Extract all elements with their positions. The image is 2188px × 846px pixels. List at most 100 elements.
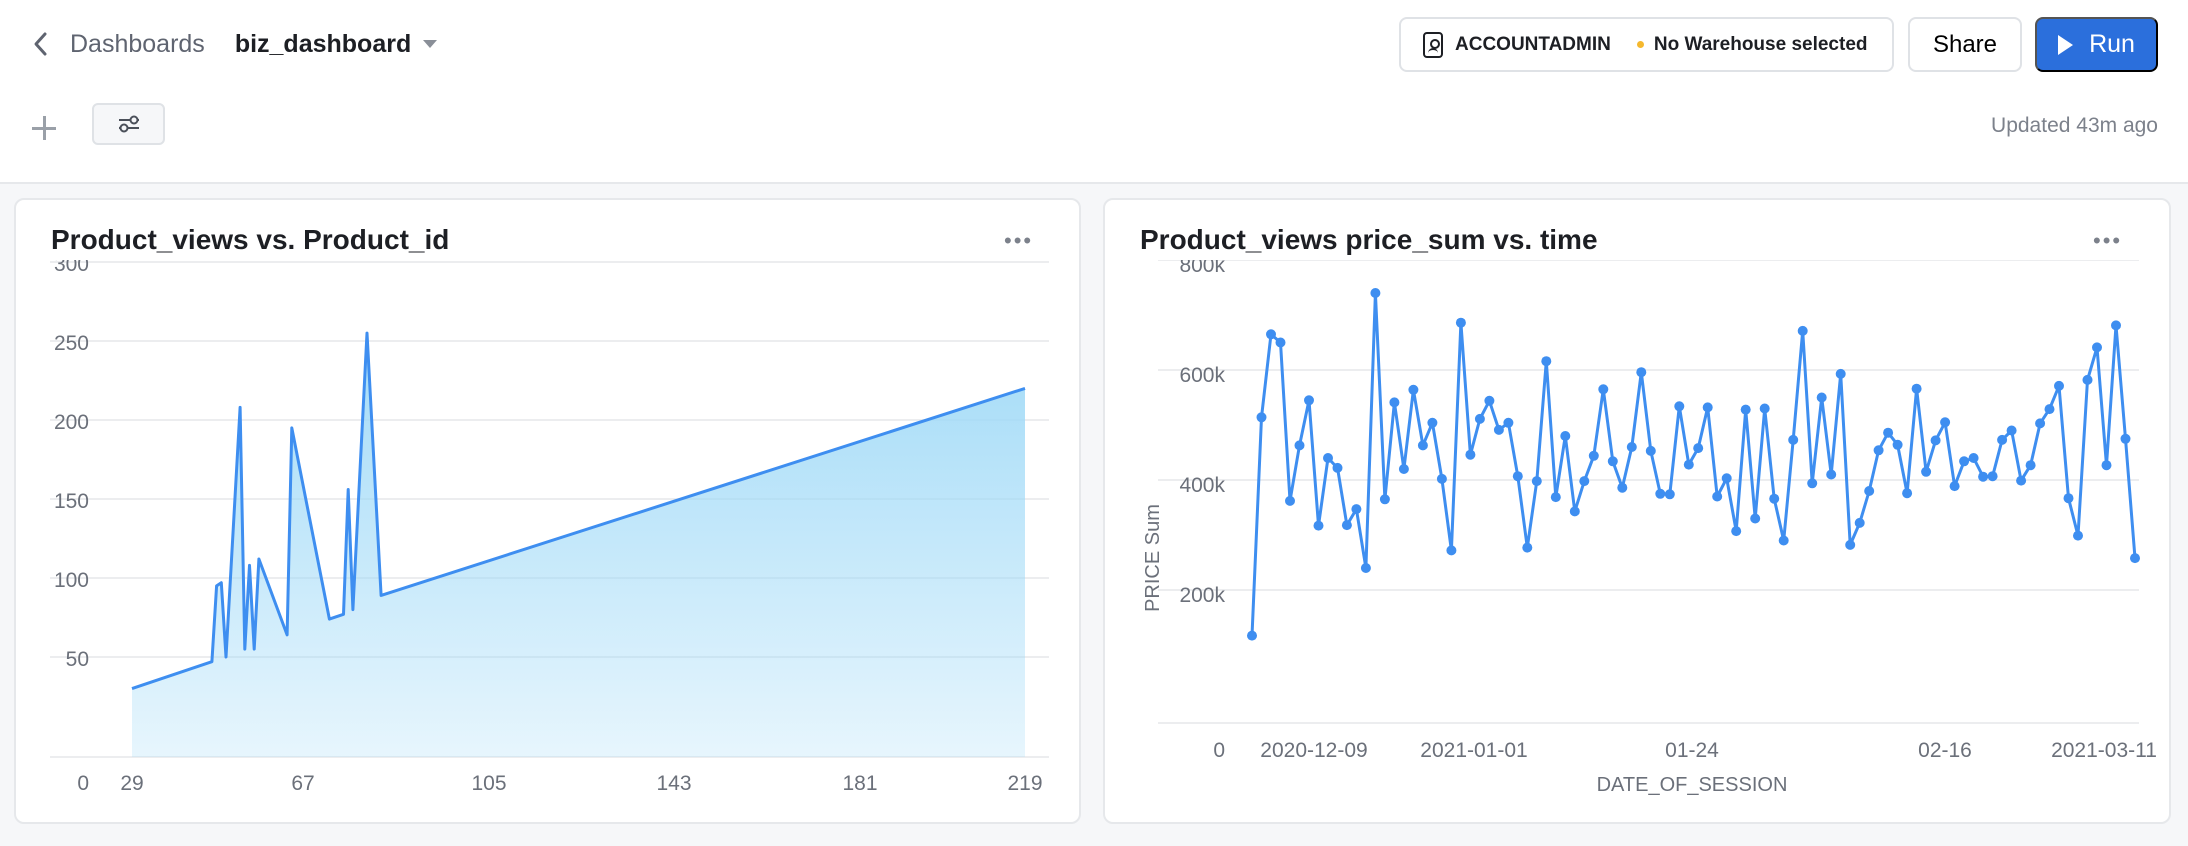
data-point [2092, 342, 2102, 353]
data-point [1598, 384, 1609, 395]
data-point [1247, 630, 1257, 641]
breadcrumb-dashboards-link[interactable]: Dashboards [70, 30, 205, 59]
y-tick-label: 100 [54, 569, 89, 592]
y-tick-label: 200k [1179, 584, 1225, 607]
data-point [2044, 404, 2055, 415]
y-tick-label: 0 [1213, 739, 1225, 762]
y-tick-label: 800k [1179, 260, 1225, 277]
data-point [2111, 320, 2121, 331]
data-point [1493, 424, 1504, 435]
data-point [1531, 476, 1542, 487]
data-point [1902, 488, 1913, 499]
data-point [1541, 356, 1552, 367]
data-point [2073, 530, 2083, 541]
data-point [1731, 526, 1742, 537]
data-point [1360, 563, 1371, 573]
data-point [1408, 384, 1419, 395]
data-point [1626, 442, 1637, 452]
run-button[interactable]: Run [2035, 17, 2158, 72]
data-point [1816, 392, 1827, 403]
x-tick-label: 01-24 [1665, 739, 1719, 762]
data-point [1664, 489, 1675, 500]
chart-title: Product_views price_sum vs. time [1140, 224, 1598, 255]
data-point [1579, 476, 1590, 487]
series-area [132, 333, 1025, 757]
data-point [2025, 460, 2036, 471]
data-point [1417, 440, 1428, 451]
data-point [1285, 495, 1295, 506]
data-point [1997, 434, 2008, 445]
data-point [1968, 453, 1979, 463]
data-point [1949, 481, 1960, 492]
data-point [1892, 439, 1903, 450]
data-point [2120, 433, 2131, 444]
more-icon[interactable]: ••• [2093, 230, 2122, 252]
data-point [1778, 535, 1789, 546]
y-tick-label: 250 [54, 332, 89, 355]
dashboard-title[interactable]: biz_dashboard [235, 30, 411, 59]
data-point [1455, 317, 1466, 328]
data-point [1740, 404, 1751, 415]
data-point [1788, 434, 1799, 445]
data-point [1427, 417, 1438, 428]
data-point [1959, 456, 1970, 467]
data-point [1304, 395, 1314, 406]
data-point [2082, 374, 2093, 385]
data-point [1275, 337, 1286, 348]
data-point [1702, 402, 1713, 413]
plus-icon[interactable] [30, 114, 60, 144]
y-tick-label: 200 [54, 411, 89, 434]
data-point [1636, 367, 1647, 378]
data-point [1266, 329, 1276, 340]
data-point [1835, 368, 1846, 379]
data-point [1323, 453, 1333, 463]
data-point [1522, 542, 1533, 553]
share-button[interactable]: Share [1908, 17, 2022, 72]
chevron-left-icon[interactable] [26, 26, 56, 62]
caret-down-icon[interactable] [423, 40, 438, 48]
warehouse-status-dot [1636, 41, 1644, 48]
data-point [1588, 450, 1599, 461]
data-point [1436, 473, 1447, 484]
data-point [1512, 471, 1523, 482]
breadcrumb: Dashboards biz_dashboard [26, 26, 438, 62]
data-point [1351, 504, 1362, 515]
data-point [1398, 464, 1409, 474]
y-tick-label: 300 [54, 260, 89, 276]
data-point [1978, 471, 1989, 482]
data-point [1921, 466, 1932, 477]
data-point [1607, 456, 1618, 467]
data-point [2101, 460, 2112, 471]
x-axis-label: DATE_OF_SESSION [1597, 774, 1788, 796]
data-point [1256, 412, 1267, 423]
y-tick-label: 150 [54, 490, 89, 513]
y-axis-label: PRICE Sum [1142, 504, 1164, 612]
data-point [1759, 403, 1770, 414]
data-point [1845, 539, 1856, 550]
data-point [2063, 493, 2074, 504]
data-point [1484, 395, 1495, 406]
filter-button[interactable] [92, 103, 165, 145]
data-point [2016, 475, 2027, 486]
data-point [1854, 517, 1865, 528]
data-point [1370, 288, 1381, 298]
data-point [1503, 417, 1514, 428]
area-chart: 0 50 100 150 200 250 300 29 67 105 143 181 219 [50, 260, 1049, 795]
more-icon[interactable]: ••• [1004, 230, 1033, 252]
role-warehouse-selector[interactable]: ACCOUNTADMIN No Warehouse selected [1399, 17, 1894, 72]
data-point [1797, 325, 1808, 336]
data-point [1683, 459, 1694, 470]
data-point [1569, 506, 1580, 517]
data-point [1873, 445, 1884, 456]
last-updated-text: Updated 43m ago [1991, 114, 2158, 137]
data-point [1550, 492, 1561, 503]
y-tick-label: 400k [1179, 474, 1225, 497]
data-point [1930, 435, 1941, 446]
data-point [1987, 471, 1998, 482]
role-label: ACCOUNTADMIN [1455, 33, 1611, 55]
chart-title: Product_views vs. Product_id [51, 224, 450, 255]
data-point [1313, 520, 1324, 531]
data-point [1645, 445, 1656, 456]
line-chart: 0 200k 400k 600k 800k PRICE Sum 2020-12-09 2021… [1142, 260, 2157, 796]
data-point [1712, 491, 1723, 502]
